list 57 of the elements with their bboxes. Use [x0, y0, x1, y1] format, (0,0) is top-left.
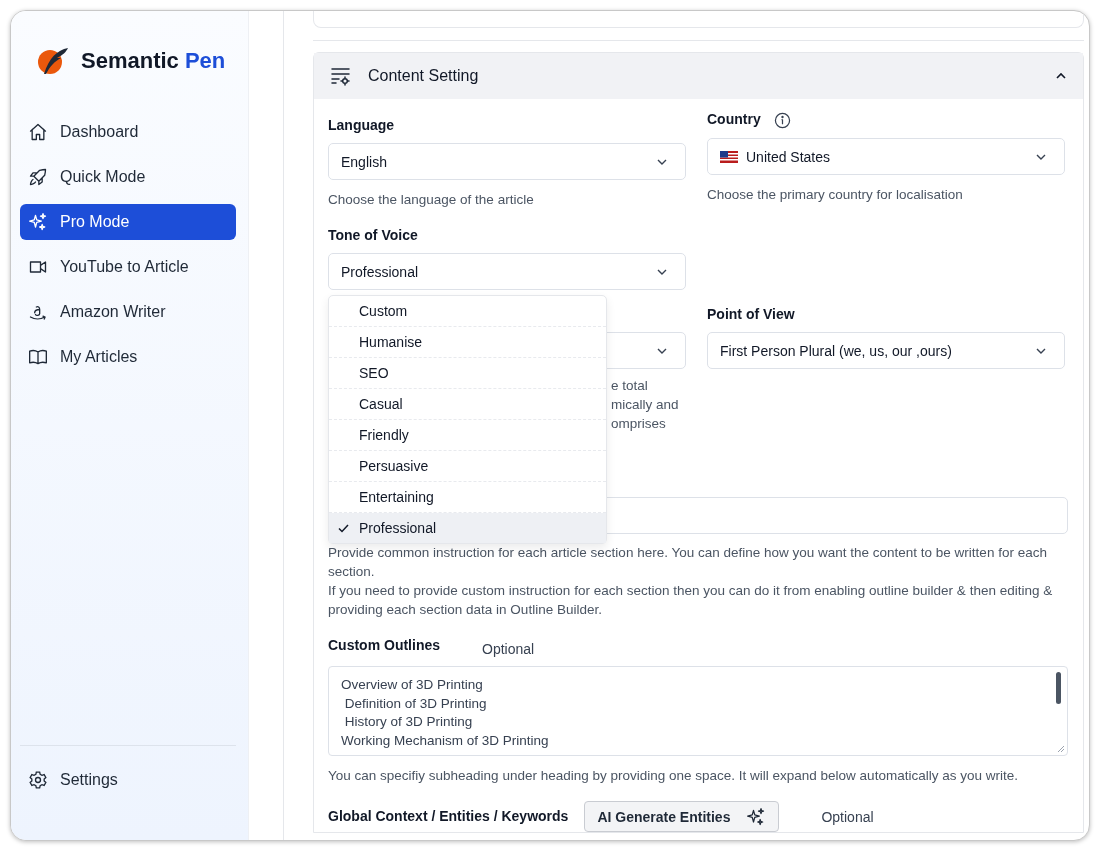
sidebar-item[interactable]: Pro Mode: [20, 204, 236, 240]
field-label: Point of View: [707, 306, 796, 324]
panel-header[interactable]: Content Setting: [314, 53, 1083, 99]
chevron-up-icon: [1055, 72, 1067, 80]
sidebar-item[interactable]: YouTube to Article: [20, 249, 236, 285]
dropdown-option[interactable]: Persuasive: [329, 451, 606, 482]
language-select[interactable]: English: [328, 143, 686, 180]
dropdown-option[interactable]: Friendly: [329, 420, 606, 451]
chevron-down-icon: [1035, 152, 1047, 161]
dropdown-option[interactable]: Casual: [329, 389, 606, 420]
sparkles-icon: [28, 212, 48, 232]
helper-text: If you need to provide custom instruction for each section then you can do it from enabling outline builder & then editing & providing each section data in Outline Builder.: [328, 582, 1054, 619]
sidebar-item[interactable]: Amazon Writer: [20, 294, 236, 330]
field-label: Global Context / Entities / Keywords: [328, 807, 569, 826]
sidebar-item[interactable]: Settings: [20, 762, 236, 798]
ai-generate-button[interactable]: AI Generate Entities: [584, 801, 780, 832]
sliders-gear-icon: [330, 66, 352, 86]
feather-logo-icon: [37, 46, 71, 76]
flag-icon: [720, 150, 738, 163]
dropdown-option[interactable]: Custom: [329, 296, 606, 327]
field-label: Tone of Voice: [328, 227, 419, 245]
brand-name: Semantic Pen: [81, 48, 226, 74]
optional-label: Optional: [821, 808, 874, 825]
settings-icon: [28, 770, 48, 790]
resize-grip-icon[interactable]: [1057, 745, 1065, 753]
chevron-down-icon: [656, 267, 668, 276]
rocket-icon: [28, 167, 48, 187]
point-of-view-select[interactable]: First Person Plural (we, us, our ,ours): [707, 332, 1065, 369]
country-select[interactable]: United States: [707, 138, 1065, 175]
dropdown-option[interactable]: Professional: [329, 513, 606, 543]
helper-text: Choose the primary country for localisation: [707, 186, 964, 204]
dropdown-option[interactable]: Humanise: [329, 327, 606, 358]
sidebar-item[interactable]: Quick Mode: [20, 159, 236, 195]
field-label: Country: [707, 111, 761, 129]
helper-text: Choose the language of the article: [328, 191, 535, 209]
sidebar-item[interactable]: Dashboard: [20, 114, 236, 150]
chevron-down-icon: [656, 346, 668, 355]
info-icon: [773, 111, 791, 129]
dropdown-option[interactable]: SEO: [329, 358, 606, 389]
field-label: Custom Outlines: [328, 637, 440, 655]
scrollbar-thumb[interactable]: [1056, 672, 1061, 704]
chevron-down-icon: [656, 157, 668, 166]
chevron-down-icon: [1035, 346, 1047, 355]
helper-text: omprises: [611, 415, 667, 433]
home-icon: [28, 122, 48, 142]
helper-text: e total: [611, 377, 649, 395]
book-icon: [28, 347, 48, 367]
check-icon: [338, 523, 349, 533]
sidebar-item[interactable]: My Articles: [20, 339, 236, 375]
tone-select[interactable]: Professional: [328, 253, 686, 290]
outline-field[interactable]: Overview of 3D Printing Definition of 3D Printing History of 3D Printing Working Mechanism of 3D Printing: [328, 666, 1068, 756]
helper-text: You can specifiy subheading under heading by providing one space. It will expand below automatically as you write.: [328, 767, 1019, 785]
field-label: Language: [328, 117, 396, 135]
helper-text: mically and: [611, 396, 680, 414]
helper-text: Provide common instruction for each article section here. You can define how you want the content to be written for each section.: [328, 544, 1048, 581]
optional-label: Optional: [482, 641, 535, 657]
sparkles-icon: [746, 806, 767, 827]
